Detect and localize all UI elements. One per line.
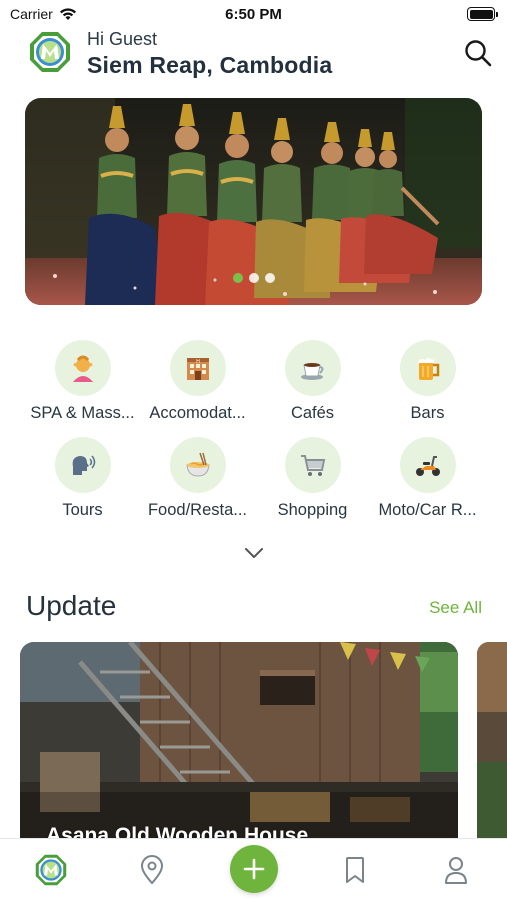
category-label: Moto/Car R... <box>378 501 477 519</box>
category-food[interactable]: Food/Resta... <box>140 437 255 520</box>
woman-massage-icon <box>54 340 111 396</box>
category-label: Tours <box>62 501 103 519</box>
scooter-icon <box>399 437 456 493</box>
home-logo-icon <box>35 854 67 886</box>
category-label: Food/Resta... <box>147 501 248 519</box>
chevron-down-icon[interactable] <box>243 545 265 561</box>
app-logo-icon <box>30 32 70 72</box>
battery-icon <box>467 7 498 21</box>
tab-profile[interactable] <box>439 853 473 887</box>
svg-text:H: H <box>196 359 200 365</box>
map-pin-icon <box>140 855 164 885</box>
category-label: Bars <box>410 404 445 422</box>
carousel-dot[interactable] <box>232 273 243 283</box>
noodle-bowl-icon <box>169 437 226 493</box>
header: Hi Guest Siem Reap, Cambodia <box>0 28 507 86</box>
category-accomodation[interactable]: H Accomodat... <box>140 340 255 423</box>
see-all-link[interactable]: See All <box>429 598 482 618</box>
add-icon <box>243 858 265 880</box>
update-card[interactable]: Asana Old Wooden House <box>20 642 458 842</box>
tab-home[interactable] <box>34 853 68 887</box>
category-moto-car[interactable]: Moto/Car R... <box>370 437 485 520</box>
speaking-head-icon <box>54 437 111 493</box>
coffee-icon <box>284 340 341 396</box>
banner-carousel[interactable] <box>25 98 482 305</box>
bookmark-icon <box>346 857 364 883</box>
add-button[interactable] <box>230 845 278 893</box>
greeting-text: Hi Guest <box>87 29 158 49</box>
carousel-dot[interactable] <box>264 273 275 283</box>
search-icon[interactable] <box>463 38 493 68</box>
clock: 6:50 PM <box>225 6 282 23</box>
card-image-wooden-house <box>20 642 458 842</box>
category-shopping[interactable]: Shopping <box>255 437 370 520</box>
category-label: Cafés <box>290 404 335 422</box>
category-label: Accomodat... <box>149 404 246 422</box>
card-image-peek <box>477 642 507 842</box>
category-spa[interactable]: SPA & Mass... <box>25 340 140 423</box>
category-label: SPA & Mass... <box>30 404 135 422</box>
carousel-dot[interactable] <box>248 273 259 283</box>
section-title-update: Update <box>26 590 117 621</box>
tab-map[interactable] <box>135 853 169 887</box>
location-title: Siem Reap, Cambodia <box>87 52 333 78</box>
bottom-tab-bar <box>0 838 507 900</box>
category-label: Shopping <box>277 501 348 519</box>
category-tours[interactable]: Tours <box>25 437 140 520</box>
tab-bookmarks[interactable] <box>338 853 372 887</box>
profile-icon <box>445 857 467 884</box>
carousel-pagination[interactable] <box>25 273 482 283</box>
hotel-icon: H <box>169 340 226 396</box>
category-bars[interactable]: Bars <box>370 340 485 423</box>
next-card-peek[interactable] <box>477 642 507 842</box>
status-bar: Carrier 6:50 PM <box>0 0 507 28</box>
beer-icon <box>399 340 456 396</box>
category-cafes[interactable]: Cafés <box>255 340 370 423</box>
shopping-cart-icon <box>284 437 341 493</box>
